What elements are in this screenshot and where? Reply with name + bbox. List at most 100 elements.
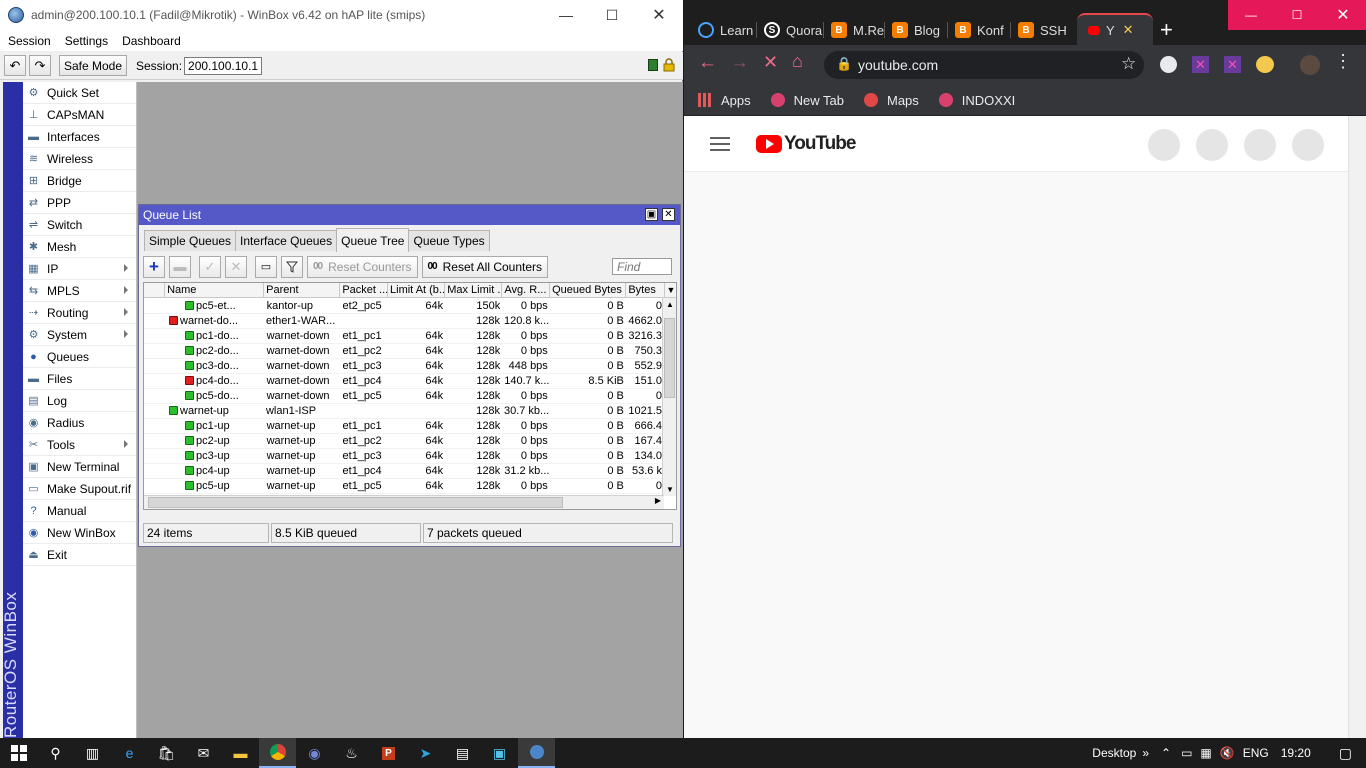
- menu-item-queues[interactable]: ● Queues: [23, 346, 136, 368]
- queue-list-close-button[interactable]: ✕: [662, 208, 675, 221]
- start-button[interactable]: [0, 738, 37, 768]
- menu-dashboard[interactable]: Dashboard: [122, 34, 181, 48]
- column-header[interactable]: Bytes: [626, 283, 665, 298]
- hamburger-menu-icon[interactable]: [710, 137, 730, 151]
- menu-item-quick-set[interactable]: ⚙ Quick Set: [23, 82, 136, 104]
- menu-item-new-terminal[interactable]: ▣ New Terminal: [23, 456, 136, 478]
- profile-avatar[interactable]: [1300, 55, 1320, 75]
- bookmark-new-tab[interactable]: New Tab: [770, 93, 844, 108]
- menu-item-ip[interactable]: ▦ IP: [23, 258, 136, 280]
- forward-button[interactable]: →: [730, 52, 749, 74]
- table-row[interactable]: pc2-up warnet-up et1_pc2 64k 128k 0 bps 0 B 167…: [144, 434, 664, 449]
- language-indicator[interactable]: ENG: [1243, 746, 1269, 760]
- chrome-close-button[interactable]: ✕: [1320, 0, 1366, 30]
- table-row[interactable]: pc4-up warnet-up et1_pc4 64k 128k 31.2 kb... 0…: [144, 464, 664, 479]
- extension-speed-icon[interactable]: [1160, 56, 1177, 73]
- table-row[interactable]: pc2-do... warnet-down et1_pc2 64k 128k 0 bps 0…: [144, 344, 664, 359]
- comment-button[interactable]: ▭: [255, 255, 277, 278]
- menu-item-tools[interactable]: ✂ Tools: [23, 434, 136, 456]
- menu-item-log[interactable]: ▤ Log: [23, 390, 136, 412]
- column-header[interactable]: Queued Bytes: [550, 283, 627, 298]
- table-row[interactable]: warnet-do... ether1-WAR... 128k 120.8 k... 0…: [144, 314, 664, 329]
- extension-x2-icon[interactable]: ✕: [1224, 56, 1241, 73]
- table-row[interactable]: pc4-do... warnet-down et1_pc4 64k 128k 140.7 …: [144, 374, 664, 389]
- remote-desktop-button[interactable]: ▣: [481, 738, 518, 768]
- bookmark-apps[interactable]: Apps: [698, 93, 751, 108]
- filter-button[interactable]: [281, 255, 303, 278]
- show-hidden-icons[interactable]: ⌃: [1161, 746, 1171, 760]
- mail-button[interactable]: ✉: [185, 738, 222, 768]
- back-button[interactable]: ←: [698, 52, 717, 74]
- volume-mute-icon[interactable]: 🔇: [1220, 746, 1235, 760]
- network-icon[interactable]: ▦: [1200, 746, 1211, 760]
- minimize-button[interactable]: —: [543, 0, 589, 30]
- browser-tab[interactable]: B Blog: [892, 15, 940, 45]
- bookmark-maps[interactable]: Maps: [863, 93, 919, 108]
- table-row[interactable]: pc5-et... kantor-up et2_pc5 64k 150k 0 bps 0 B…: [144, 299, 664, 314]
- chrome-minimize-button[interactable]: —: [1228, 0, 1274, 30]
- menu-item-make-supout-rif[interactable]: ▭ Make Supout.rif: [23, 478, 136, 500]
- menu-item-manual[interactable]: ? Manual: [23, 500, 136, 522]
- desktop-toolbar-label[interactable]: Desktop: [1092, 746, 1136, 760]
- column-header[interactable]: Max Limit ...: [445, 283, 503, 298]
- add-button[interactable]: +: [143, 255, 165, 278]
- bookmark-indoxxi[interactable]: INDOXXI: [938, 93, 1015, 108]
- menu-item-ppp[interactable]: ⇄ PPP: [23, 192, 136, 214]
- youtube-logo-icon[interactable]: [756, 135, 782, 153]
- menu-item-bridge[interactable]: ⊞ Bridge: [23, 170, 136, 192]
- scroll-right-icon[interactable]: ▶: [655, 496, 661, 505]
- queue-list-maximize-button[interactable]: ▣: [645, 208, 658, 221]
- search-button[interactable]: ⚲: [37, 738, 74, 768]
- powerpoint-button[interactable]: P: [370, 738, 407, 768]
- redo-button[interactable]: ↷: [29, 55, 51, 76]
- reset-counters-button[interactable]: 00 Reset Counters: [307, 255, 418, 278]
- extension-face-icon[interactable]: [1256, 56, 1274, 73]
- home-button[interactable]: ⌂: [792, 51, 803, 72]
- scroll-down-icon[interactable]: ▼: [666, 485, 674, 494]
- chrome-taskbar-button[interactable]: [259, 738, 296, 768]
- menu-item-routing[interactable]: ⇢ Routing: [23, 302, 136, 324]
- winbox-titlebar[interactable]: admin@200.100.10.1 (Fadil@Mikrotik) - Wi…: [0, 0, 683, 30]
- column-chooser-icon[interactable]: ▼: [665, 283, 676, 298]
- queue-list-titlebar[interactable]: Queue List ▣ ✕: [139, 205, 680, 225]
- menu-item-system[interactable]: ⚙ System: [23, 324, 136, 346]
- browser-tab[interactable]: B Konf: [955, 15, 1004, 45]
- browser-tab[interactable]: B M.Re: [831, 15, 884, 45]
- menu-item-files[interactable]: ▬ Files: [23, 368, 136, 390]
- store-button[interactable]: 🛍: [148, 738, 185, 768]
- toolbar-expand-icon[interactable]: »: [1142, 746, 1149, 760]
- table-row[interactable]: pc1-up warnet-up et1_pc1 64k 128k 0 bps 0 B 666…: [144, 419, 664, 434]
- menu-item-mpls[interactable]: ⇆ MPLS: [23, 280, 136, 302]
- session-field[interactable]: 200.100.10.1: [184, 56, 263, 75]
- tab-interface-queues[interactable]: Interface Queues: [235, 230, 338, 251]
- menu-item-exit[interactable]: ⏏ Exit: [23, 544, 136, 566]
- menu-session[interactable]: Session: [8, 34, 51, 48]
- table-row[interactable]: warnet-up wlan1-ISP 128k 30.7 kb... 0 B 1021.…: [144, 404, 664, 419]
- task-view-button[interactable]: ▥: [74, 738, 111, 768]
- bookmark-star-icon[interactable]: ☆: [1121, 54, 1136, 74]
- menu-item-radius[interactable]: ◉ Radius: [23, 412, 136, 434]
- tab-queue-tree[interactable]: Queue Tree: [336, 228, 410, 252]
- chrome-maximize-button[interactable]: ☐: [1274, 0, 1320, 30]
- column-header[interactable]: Parent: [264, 283, 341, 298]
- table-row[interactable]: pc5-up warnet-up et1_pc5 64k 128k 0 bps 0 B 0: [144, 479, 664, 494]
- menu-settings[interactable]: Settings: [65, 34, 108, 48]
- page-scrollbar[interactable]: [1348, 116, 1366, 738]
- extension-x-icon[interactable]: ✕: [1192, 56, 1209, 73]
- telegram-button[interactable]: ➤: [407, 738, 444, 768]
- column-header[interactable]: Name: [165, 283, 265, 298]
- column-header[interactable]: Limit At (b...: [388, 283, 446, 298]
- steam-button[interactable]: ♨: [333, 738, 370, 768]
- address-bar[interactable]: 🔒 youtube.com: [824, 51, 1144, 79]
- find-input[interactable]: [612, 258, 672, 275]
- edge-button[interactable]: e: [111, 738, 148, 768]
- notes-button[interactable]: ▤: [444, 738, 481, 768]
- tab-simple-queues[interactable]: Simple Queues: [144, 230, 237, 251]
- clock[interactable]: 19:20: [1281, 746, 1311, 760]
- close-button[interactable]: ✕: [636, 0, 682, 30]
- chrome-menu-icon[interactable]: ⋮: [1334, 51, 1352, 72]
- new-tab-button[interactable]: +: [1160, 17, 1173, 43]
- horizontal-scroll-thumb[interactable]: [148, 497, 563, 508]
- safe-mode-button[interactable]: Safe Mode: [59, 55, 127, 76]
- menu-item-wireless[interactable]: ≋ Wireless: [23, 148, 136, 170]
